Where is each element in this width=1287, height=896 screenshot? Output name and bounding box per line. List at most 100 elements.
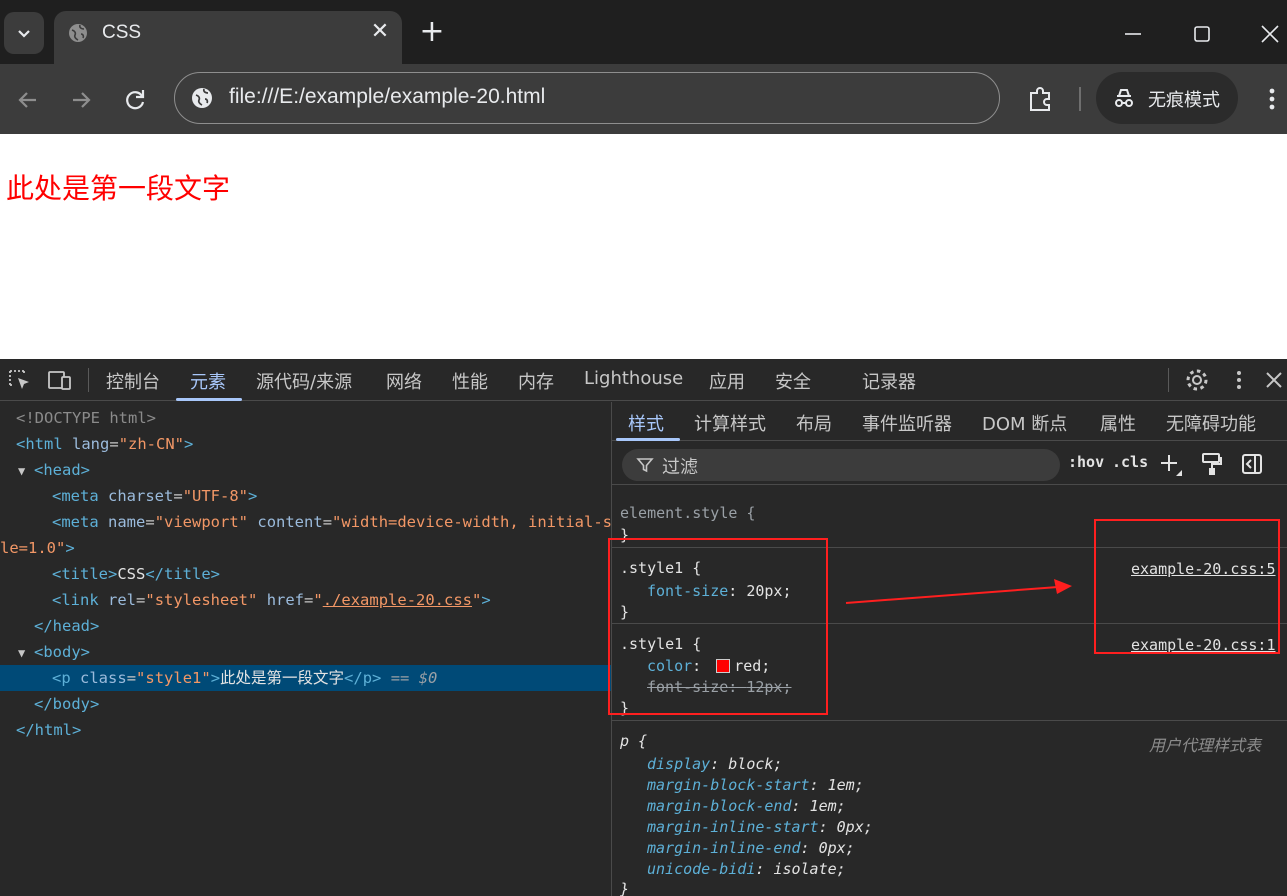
selected-dom-line[interactable]: <p class="style1">此处是第一段文字</p> == $0 bbox=[0, 665, 611, 691]
dom-line[interactable]: <meta charset="UTF-8"> bbox=[0, 483, 611, 509]
head-close-tag: </head> bbox=[34, 617, 100, 635]
globe-icon bbox=[69, 24, 87, 42]
ua-declaration[interactable]: margin-inline-start: 0px; bbox=[647, 816, 873, 838]
ua-declaration[interactable]: display: block; bbox=[647, 753, 782, 775]
dom-tree: <!DOCTYPE html> <html lang="zh-CN"> ▼ <he… bbox=[0, 402, 611, 896]
tab-lighthouse[interactable]: Lighthouse bbox=[584, 368, 683, 389]
chevron-down-icon bbox=[18, 30, 30, 38]
ua-declaration[interactable]: margin-inline-end: 0px; bbox=[647, 837, 855, 859]
more-vert-icon[interactable] bbox=[1258, 82, 1286, 116]
extensions-puzzle-icon[interactable] bbox=[1024, 82, 1058, 116]
css-value: 0px; bbox=[818, 839, 855, 857]
expand-triangle-icon[interactable]: ▼ bbox=[18, 458, 34, 484]
tab-computed[interactable]: 计算样式 bbox=[694, 410, 766, 436]
tab-dom-breakpoints[interactable]: DOM 断点 bbox=[982, 410, 1067, 436]
gear-icon[interactable] bbox=[1183, 367, 1211, 393]
dom-line[interactable]: <meta name="viewport" content="width=dev… bbox=[0, 509, 611, 535]
tab-elements[interactable]: 元素 bbox=[190, 368, 226, 394]
back-arrow-icon[interactable] bbox=[10, 82, 46, 118]
dom-line[interactable]: <title>CSS</title> bbox=[0, 561, 611, 587]
ua-declaration[interactable]: unicode-bidi: isolate; bbox=[647, 858, 846, 880]
dom-line[interactable]: <!DOCTYPE html> bbox=[0, 405, 611, 431]
toggle-sidebar-icon[interactable] bbox=[1240, 451, 1264, 477]
attr-value-wrap: le=1.0" bbox=[0, 539, 66, 557]
filter-input[interactable]: 过滤 bbox=[622, 449, 1060, 481]
tab-styles[interactable]: 样式 bbox=[628, 410, 664, 436]
url-text[interactable]: file:///E:/example/example-20.html bbox=[229, 85, 545, 109]
new-tab-button[interactable]: + bbox=[416, 16, 448, 48]
attr-value: "style1" bbox=[136, 669, 211, 687]
reload-icon[interactable] bbox=[117, 82, 153, 118]
device-toolbar-icon[interactable] bbox=[46, 367, 74, 393]
hov-button[interactable]: :hov bbox=[1068, 453, 1104, 471]
css-property: margin-inline-end bbox=[647, 839, 801, 857]
dom-line[interactable]: ▼ <body> bbox=[0, 639, 611, 665]
tab-sources[interactable]: 源代码/来源 bbox=[256, 368, 352, 394]
new-rule-plus-icon[interactable] bbox=[1158, 452, 1184, 478]
tab-event-listeners[interactable]: 事件监听器 bbox=[862, 410, 952, 436]
tab-performance[interactable]: 性能 bbox=[452, 368, 488, 394]
attr-name: class bbox=[80, 669, 127, 687]
ua-declaration[interactable]: margin-block-start: 1em; bbox=[647, 774, 864, 796]
doctype: <!DOCTYPE html> bbox=[16, 409, 156, 427]
attr-value: "stylesheet" bbox=[145, 591, 258, 609]
tab-recorder[interactable]: 记录器 bbox=[862, 368, 916, 394]
title-close-tag: </title> bbox=[145, 565, 220, 583]
tab-title: CSS bbox=[102, 22, 142, 43]
element-style-selector[interactable]: element.style { bbox=[620, 502, 755, 524]
dom-line[interactable]: </head> bbox=[0, 613, 611, 639]
inspect-element-icon[interactable] bbox=[6, 367, 34, 393]
tab-console[interactable]: 控制台 bbox=[106, 368, 160, 394]
rule-close-brace: } bbox=[620, 880, 630, 896]
forward-arrow-icon[interactable] bbox=[63, 82, 99, 118]
ua-selector[interactable]: p { bbox=[620, 730, 647, 752]
tab-network[interactable]: 网络 bbox=[386, 368, 422, 394]
tab-layout[interactable]: 布局 bbox=[796, 410, 832, 436]
tab-memory[interactable]: 内存 bbox=[518, 368, 554, 394]
minimize-icon[interactable] bbox=[1110, 14, 1156, 54]
css-property: unicode-bidi bbox=[647, 860, 756, 878]
close-window-icon[interactable] bbox=[1247, 14, 1287, 54]
attr-name: rel bbox=[108, 591, 137, 609]
attr-value: "width=device-width, initial-sca bbox=[332, 513, 611, 531]
styles-tab-bar: 样式 计算样式 布局 事件监听器 DOM 断点 属性 无障碍功能 bbox=[612, 402, 1287, 441]
dom-line[interactable]: <html lang="zh-CN"> bbox=[0, 431, 611, 457]
annotation-box-sources bbox=[1094, 519, 1280, 654]
head-tag: <head> bbox=[34, 461, 90, 479]
rule-divider bbox=[612, 720, 1287, 721]
close-icon[interactable] bbox=[1262, 367, 1286, 393]
ua-stylesheet-label: 用户代理样式表 bbox=[1149, 736, 1262, 755]
address-bar[interactable]: file:///E:/example/example-20.html bbox=[174, 72, 1000, 124]
annotation-arrow bbox=[845, 579, 1072, 604]
dom-line[interactable]: ▼ <head> bbox=[0, 457, 611, 483]
ua-declaration[interactable]: margin-block-end: 1em; bbox=[647, 795, 846, 817]
incognito-button[interactable]: 无痕模式 bbox=[1096, 72, 1238, 124]
more-vert-icon[interactable] bbox=[1225, 367, 1253, 393]
body-close-tag: </body> bbox=[34, 695, 100, 713]
dom-line[interactable]: </body> bbox=[0, 691, 611, 717]
dom-line[interactable]: </html> bbox=[0, 717, 611, 743]
cls-button[interactable]: .cls bbox=[1112, 453, 1148, 471]
html-tag: <html bbox=[16, 435, 63, 453]
annotation-box-rules bbox=[608, 538, 828, 715]
tab-security[interactable]: 安全 bbox=[775, 368, 811, 394]
expand-triangle-icon[interactable]: ▼ bbox=[18, 640, 34, 666]
tab-accessibility[interactable]: 无障碍功能 bbox=[1166, 410, 1256, 436]
tab-search-button[interactable] bbox=[4, 12, 44, 54]
tab-properties[interactable]: 属性 bbox=[1100, 410, 1136, 436]
attr-name: href bbox=[266, 591, 305, 609]
p-tag: <p bbox=[52, 669, 71, 687]
body-tag: <body> bbox=[34, 643, 90, 661]
dom-line[interactable]: <link rel="stylesheet" href="./example-2… bbox=[0, 587, 611, 613]
filter-placeholder: 过滤 bbox=[662, 457, 698, 478]
stylesheet-link[interactable]: ./example-20.css bbox=[323, 591, 472, 609]
dom-line[interactable]: le=1.0"> bbox=[0, 535, 611, 561]
tab-close-icon[interactable]: ✕ bbox=[368, 19, 392, 45]
tab-application[interactable]: 应用 bbox=[709, 368, 745, 394]
attr-name: charset bbox=[108, 487, 174, 505]
paint-roller-icon[interactable] bbox=[1200, 451, 1224, 477]
css-property: margin-inline-start bbox=[647, 818, 819, 836]
browser-tab[interactable]: CSS ✕ bbox=[54, 11, 402, 64]
maximize-icon[interactable] bbox=[1179, 14, 1225, 54]
globe-icon[interactable] bbox=[191, 87, 213, 109]
